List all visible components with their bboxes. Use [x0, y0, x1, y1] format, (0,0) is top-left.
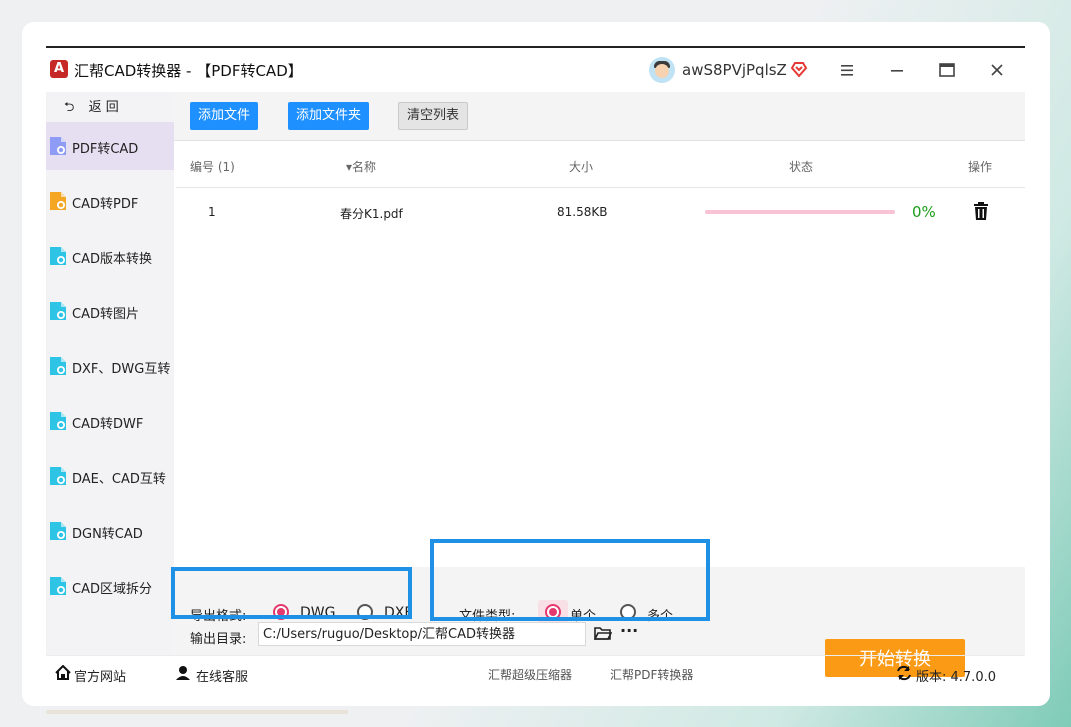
- sidebar: ⮌ 返 回 PDF转CAD CAD转PDF CAD版本转换 CAD转图片 DXF、DWG…: [46, 92, 174, 655]
- col-action: 操作: [968, 160, 993, 174]
- sidebar-item-label: PDF转CAD: [72, 142, 139, 157]
- version-label: 版本: 4.7.0.0: [916, 670, 996, 685]
- username[interactable]: awS8PVjPqlsZ: [682, 61, 787, 79]
- delete-icon[interactable]: [973, 202, 989, 220]
- back-label: 返 回: [88, 100, 119, 115]
- sidebar-item-label: DXF、DWG互转: [72, 362, 171, 377]
- col-name[interactable]: ▾名称: [346, 158, 376, 175]
- progress-bar: [705, 210, 895, 214]
- col-size[interactable]: 大小: [569, 158, 593, 175]
- sidebar-item-label: DAE、CAD互转: [72, 472, 166, 487]
- dxf-dwg-icon: [49, 356, 67, 376]
- row-index: 1: [208, 205, 216, 219]
- cad-region-split-icon: [49, 576, 67, 596]
- more-options-button[interactable]: ···: [620, 621, 638, 640]
- pdf-converter-link[interactable]: 汇帮PDF转换器: [610, 666, 693, 683]
- close-icon[interactable]: [982, 56, 1012, 84]
- clear-list-button[interactable]: 清空列表: [398, 102, 469, 130]
- dgn-to-cad-icon: [49, 521, 67, 541]
- back-arrow-icon: ⮌: [64, 100, 75, 115]
- folder-icon[interactable]: [594, 625, 612, 641]
- cad-to-pdf-icon: [49, 191, 67, 211]
- online-support-link[interactable]: 在线客服: [196, 666, 248, 685]
- dae-cad-icon: [49, 466, 67, 486]
- minimize-icon[interactable]: [882, 56, 912, 84]
- menu-icon[interactable]: [832, 56, 862, 84]
- home-icon[interactable]: [55, 665, 71, 680]
- refresh-icon[interactable]: [896, 665, 912, 681]
- sidebar-item-cad-region-split[interactable]: CAD区域拆分: [46, 562, 174, 610]
- sidebar-item-cad-version[interactable]: CAD版本转换: [46, 232, 174, 280]
- sidebar-item-dae-cad[interactable]: DAE、CAD互转: [46, 452, 174, 500]
- output-path-field[interactable]: C:/Users/ruguo/Desktop/汇帮CAD转换器: [258, 622, 586, 646]
- row-size: 81.58KB: [557, 205, 608, 219]
- pdf-to-cad-icon: [49, 136, 67, 156]
- app-window: A 汇帮CAD转换器 - 【PDF转CAD】 awS8PVjPqlsZ ⮌ 返 …: [46, 46, 1025, 688]
- app-logo-icon: A: [50, 60, 68, 78]
- sidebar-item-cad-to-image[interactable]: CAD转图片: [46, 287, 174, 335]
- sidebar-item-dxf-dwg[interactable]: DXF、DWG互转: [46, 342, 174, 390]
- col-index[interactable]: 编号 (1): [190, 158, 235, 175]
- sidebar-item-dgn-to-cad[interactable]: DGN转CAD: [46, 507, 174, 555]
- table-header: 编号 (1) ▾名称 大小 状态 操作: [176, 142, 1025, 188]
- sidebar-item-label: CAD转PDF: [72, 197, 139, 212]
- main-panel: 添加文件 添加文件夹 清空列表 编号 (1) ▾名称 大小 状态 操作 1 春分…: [171, 92, 1025, 677]
- format-highlight-box: [171, 567, 412, 619]
- sidebar-item-cad-to-dwf[interactable]: CAD转DWF: [46, 397, 174, 445]
- maximize-icon[interactable]: [932, 56, 962, 84]
- compressor-link[interactable]: 汇帮超级压缩器: [488, 666, 572, 683]
- col-status: 状态: [789, 160, 814, 174]
- sidebar-item-label: CAD区域拆分: [72, 582, 152, 597]
- app-title: 汇帮CAD转换器 - 【PDF转CAD】: [74, 62, 303, 80]
- title-bar: A 汇帮CAD转换器 - 【PDF转CAD】 awS8PVjPqlsZ: [46, 48, 1025, 92]
- sidebar-item-label: CAD版本转换: [72, 252, 152, 267]
- sidebar-item-label: CAD转DWF: [72, 417, 144, 432]
- progress-percent: 0%: [912, 203, 936, 221]
- table-row[interactable]: 1 春分K1.pdf 81.58KB 0%: [176, 188, 1025, 234]
- cad-to-dwf-icon: [49, 411, 67, 431]
- sidebar-item-label: CAD转图片: [72, 307, 139, 322]
- cad-version-icon: [49, 246, 67, 266]
- back-button[interactable]: ⮌ 返 回: [64, 96, 119, 116]
- official-website-link[interactable]: 官方网站: [74, 666, 126, 685]
- row-filename: 春分K1.pdf: [340, 207, 403, 221]
- add-file-button[interactable]: 添加文件: [190, 102, 259, 130]
- output-dir-label: 输出目录:: [190, 632, 247, 647]
- vip-heart-icon[interactable]: [790, 60, 808, 78]
- footer: 官方网站 在线客服 汇帮超级压缩器 汇帮PDF转换器 版本: 4.7.0.0: [46, 655, 1025, 689]
- toolbar: 添加文件 添加文件夹 清空列表: [174, 92, 1025, 141]
- add-folder-button[interactable]: 添加文件夹: [288, 102, 370, 130]
- support-icon[interactable]: [175, 665, 191, 680]
- avatar[interactable]: [649, 57, 675, 83]
- sidebar-item-cad-to-pdf[interactable]: CAD转PDF: [46, 177, 174, 225]
- filetype-highlight-box: [430, 539, 710, 621]
- taskbar-strip: [46, 710, 348, 714]
- sidebar-item-label: DGN转CAD: [72, 527, 143, 542]
- sidebar-item-pdf-to-cad[interactable]: PDF转CAD: [46, 122, 174, 170]
- cad-to-image-icon: [49, 301, 67, 321]
